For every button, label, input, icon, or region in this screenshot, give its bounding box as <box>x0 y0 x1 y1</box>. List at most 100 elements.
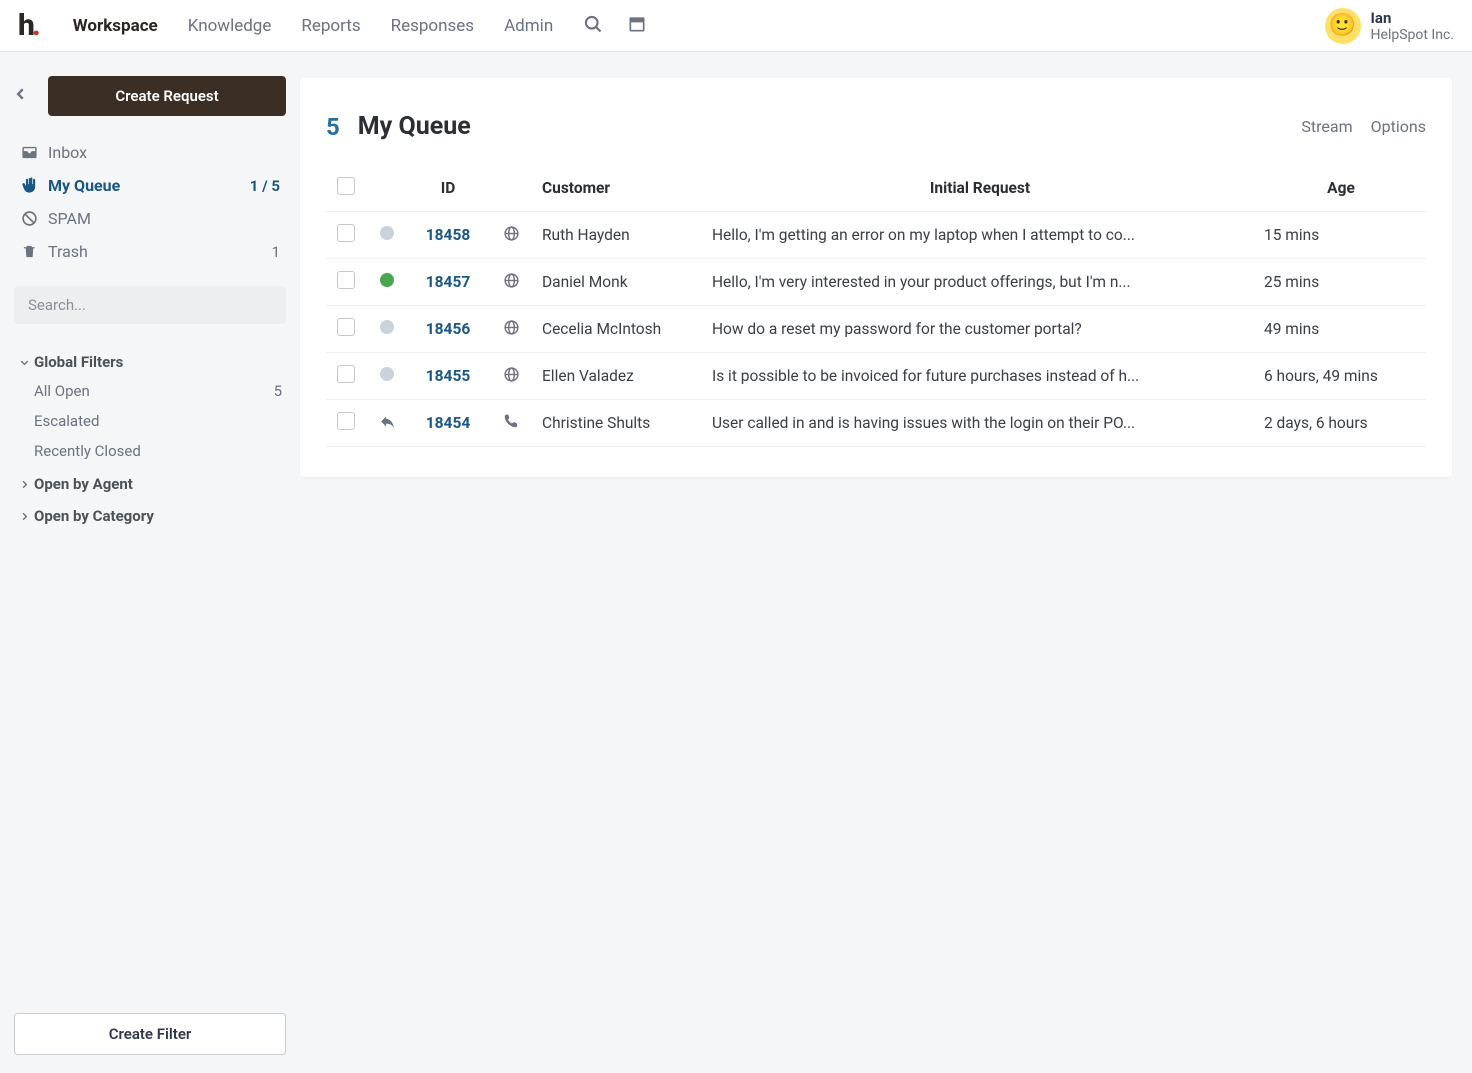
customer-name: Christine Shults <box>534 400 704 447</box>
phone-icon <box>503 413 519 429</box>
customer-name: Daniel Monk <box>534 259 704 306</box>
filter-group-open-by-agent[interactable]: Open by Agent <box>14 470 286 498</box>
initial-request-text: Hello, I'm very interested in your produ… <box>712 273 1172 291</box>
status-indicator <box>380 367 394 381</box>
top-nav: h. Workspace Knowledge Reports Responses Adm… <box>0 0 1472 52</box>
filter-group-global-filters[interactable]: Global Filters <box>14 348 286 376</box>
filter-item-label: Escalated <box>34 412 282 430</box>
filter-item-all-open[interactable]: All Open5 <box>34 376 286 406</box>
initial-request-text: User called in and is having issues with… <box>712 414 1172 432</box>
column-customer[interactable]: Customer <box>534 165 704 212</box>
request-id-link[interactable]: 18455 <box>426 367 470 385</box>
user-name: Ian <box>1371 9 1454 27</box>
avatar: 🙂 <box>1325 8 1361 44</box>
sidebar-item-my-queue[interactable]: My Queue1 / 5 <box>14 169 286 202</box>
user-menu[interactable]: 🙂 Ian HelpSpot Inc. <box>1325 8 1454 44</box>
table-row[interactable]: 18455 Ellen Valadez Is it possible to be i… <box>326 353 1426 400</box>
sidebar-item-label: Trash <box>48 242 272 261</box>
request-id-link[interactable]: 18458 <box>426 226 470 244</box>
filter-item-escalated[interactable]: Escalated <box>34 406 286 436</box>
request-id-link[interactable]: 18457 <box>426 273 470 291</box>
request-id-link[interactable]: 18454 <box>426 414 470 432</box>
main: 5 My Queue Stream Options ID Customer Ini… <box>300 52 1472 1073</box>
initial-request-text: Hello, I'm getting an error on my laptop… <box>712 226 1172 244</box>
table-row[interactable]: 18457 Daniel Monk Hello, I'm very interest… <box>326 259 1426 306</box>
row-checkbox[interactable] <box>337 224 355 242</box>
row-checkbox[interactable] <box>337 318 355 336</box>
filter-item-count: 5 <box>274 382 282 400</box>
sidebar-item-spam[interactable]: SPAM <box>14 202 286 235</box>
column-age[interactable]: Age <box>1256 165 1426 212</box>
globe-icon <box>503 225 520 242</box>
filter-group-label: Global Filters <box>34 353 123 371</box>
filter-group-label: Open by Agent <box>34 475 133 493</box>
sidebar-item-count: 1 / 5 <box>250 177 280 195</box>
queue-count: 5 <box>326 113 340 141</box>
sidebar-item-inbox[interactable]: Inbox <box>14 136 286 169</box>
column-id[interactable]: ID <box>408 165 488 212</box>
chevron-down-icon <box>14 357 34 368</box>
request-age: 6 hours, 49 mins <box>1256 353 1426 400</box>
trash-icon <box>20 243 38 260</box>
filter-item-recently-closed[interactable]: Recently Closed <box>34 436 286 466</box>
filter-group-open-by-category[interactable]: Open by Category <box>14 502 286 530</box>
customer-name: Ellen Valadez <box>534 353 704 400</box>
hand-icon <box>20 177 38 194</box>
inbox-icon <box>20 144 38 161</box>
status-indicator <box>380 226 394 240</box>
user-company: HelpSpot Inc. <box>1371 27 1454 43</box>
customer-name: Ruth Hayden <box>534 212 704 259</box>
sidebar-item-trash[interactable]: Trash1 <box>14 235 286 268</box>
table-row[interactable]: 18454 Christine Shults User called in and … <box>326 400 1426 447</box>
customer-name: Cecelia McIntosh <box>534 306 704 353</box>
filter-item-label: All Open <box>34 382 274 400</box>
initial-request-text: How do a reset my password for the custo… <box>712 320 1172 338</box>
nav-items: Workspace Knowledge Reports Responses Admin <box>73 16 553 36</box>
table-row[interactable]: 18456 Cecelia McIntosh How do a reset my p… <box>326 306 1426 353</box>
page-title: My Queue <box>358 112 1302 141</box>
logo[interactable]: h. <box>18 8 39 43</box>
nav-item-admin[interactable]: Admin <box>504 16 553 36</box>
folder-list: InboxMy Queue1 / 5SPAMTrash1 <box>14 136 286 268</box>
panel-action-options[interactable]: Options <box>1371 117 1426 136</box>
filter-item-label: Recently Closed <box>34 442 282 460</box>
globe-icon <box>503 272 520 289</box>
create-filter-button[interactable]: Create Filter <box>14 1013 286 1055</box>
sidebar-item-label: Inbox <box>48 143 280 162</box>
create-request-button[interactable]: Create Request <box>48 76 286 116</box>
search-icon[interactable] <box>583 14 603 38</box>
panel-action-stream[interactable]: Stream <box>1301 117 1352 136</box>
status-indicator <box>380 273 394 287</box>
request-age: 15 mins <box>1256 212 1426 259</box>
nav-item-reports[interactable]: Reports <box>301 16 360 36</box>
chevron-right-icon <box>14 479 34 490</box>
queue-table: ID Customer Initial Request Age 18458 Rut… <box>326 165 1426 447</box>
sidebar: Create Request InboxMy Queue1 / 5SPAMTra… <box>0 52 300 1073</box>
column-initial-request[interactable]: Initial Request <box>704 165 1256 212</box>
archive-icon[interactable] <box>627 14 647 38</box>
search-input[interactable] <box>14 286 286 324</box>
queue-panel: 5 My Queue Stream Options ID Customer Ini… <box>300 78 1452 477</box>
sidebar-item-count: 1 <box>272 243 280 261</box>
filter-group-label: Open by Category <box>34 507 154 525</box>
initial-request-text: Is it possible to be invoiced for future… <box>712 367 1172 385</box>
nav-item-responses[interactable]: Responses <box>391 16 474 36</box>
request-id-link[interactable]: 18456 <box>426 320 470 338</box>
reply-icon <box>379 413 396 430</box>
table-row[interactable]: 18458 Ruth Hayden Hello, I'm getting an er… <box>326 212 1426 259</box>
request-age: 25 mins <box>1256 259 1426 306</box>
globe-icon <box>503 366 520 383</box>
nav-item-knowledge[interactable]: Knowledge <box>188 16 272 36</box>
chevron-right-icon <box>14 511 34 522</box>
request-age: 2 days, 6 hours <box>1256 400 1426 447</box>
row-checkbox[interactable] <box>337 271 355 289</box>
row-checkbox[interactable] <box>337 365 355 383</box>
nav-item-workspace[interactable]: Workspace <box>73 16 158 36</box>
select-all-checkbox[interactable] <box>337 177 355 195</box>
globe-icon <box>503 319 520 336</box>
back-icon[interactable] <box>14 87 34 105</box>
status-indicator <box>380 320 394 334</box>
row-checkbox[interactable] <box>337 412 355 430</box>
sidebar-item-label: My Queue <box>48 176 250 195</box>
ban-icon <box>20 210 38 227</box>
